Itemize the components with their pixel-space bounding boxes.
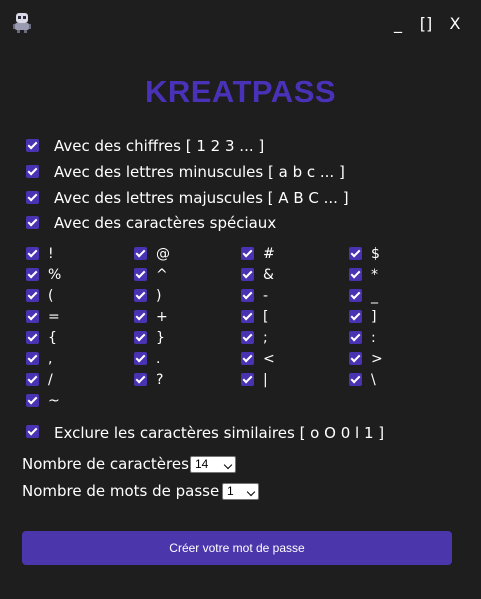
- special-char-label: +: [156, 309, 168, 325]
- special-char-label: |: [263, 372, 268, 388]
- special-char-checkbox[interactable]: [241, 331, 254, 344]
- length-label: Nombre de caractères :: [22, 455, 199, 473]
- chevron-down-icon: [246, 487, 256, 497]
- lowercase-label: Avec des lettres minuscules [ a b c ... …: [54, 163, 345, 181]
- special-char-checkbox[interactable]: [26, 331, 39, 344]
- special-char-label: ,: [48, 351, 53, 367]
- app-title: KREATPASS: [144, 74, 337, 109]
- special-char-label: <: [263, 351, 275, 367]
- special-char-label: $: [371, 246, 380, 262]
- special-char-label: =: [48, 309, 60, 325]
- exclude-similar-label: Exclure les caractères similaires [ o O …: [54, 424, 385, 442]
- robot-icon: [13, 13, 31, 33]
- special-char-label: #: [263, 246, 275, 262]
- special-char-checkbox[interactable]: [349, 268, 362, 281]
- special-char-checkbox[interactable]: [241, 268, 254, 281]
- maximize-button[interactable]: []: [414, 12, 438, 36]
- special-char-label: ): [156, 288, 162, 304]
- length-value: 14: [195, 457, 209, 471]
- special-char-label: {: [48, 330, 57, 346]
- special-char-label: ~: [48, 393, 60, 409]
- special-char-label: :: [371, 330, 376, 346]
- special-char-label: }: [156, 330, 165, 346]
- special-char-label: >: [371, 351, 383, 367]
- special-char-checkbox[interactable]: [134, 289, 147, 302]
- special-char-label: @: [156, 246, 170, 262]
- close-button[interactable]: X: [443, 12, 467, 36]
- special-char-label: (: [48, 288, 54, 304]
- special-label: Avec des caractères spéciaux: [54, 214, 277, 232]
- special-char-label: &: [263, 267, 274, 283]
- special-char-checkbox[interactable]: [134, 331, 147, 344]
- title-bar: _ [] X: [0, 0, 481, 48]
- special-char-checkbox[interactable]: [241, 373, 254, 386]
- special-char-checkbox[interactable]: [241, 289, 254, 302]
- special-char-checkbox[interactable]: [349, 289, 362, 302]
- special-char-label: !: [48, 246, 54, 262]
- special-char-checkbox[interactable]: [134, 247, 147, 260]
- uppercase-checkbox[interactable]: [26, 191, 39, 204]
- create-password-button[interactable]: Créer votre mot de passe: [22, 531, 452, 565]
- lowercase-checkbox[interactable]: [26, 165, 39, 178]
- special-char-label: ]: [371, 309, 377, 325]
- digits-label: Avec des chiffres [ 1 2 3 ... ]: [54, 137, 265, 155]
- special-char-label: -: [263, 288, 269, 304]
- special-char-checkbox[interactable]: [26, 268, 39, 281]
- special-char-label: [: [263, 309, 269, 325]
- special-char-label: *: [371, 267, 378, 283]
- digits-checkbox[interactable]: [26, 139, 39, 152]
- special-char-checkbox[interactable]: [241, 310, 254, 323]
- minimize-button[interactable]: _: [386, 12, 410, 36]
- special-char-checkbox[interactable]: [349, 373, 362, 386]
- count-value: 1: [227, 484, 234, 498]
- special-char-checkbox[interactable]: [134, 268, 147, 281]
- special-char-checkbox[interactable]: [26, 373, 39, 386]
- special-char-label: /: [48, 372, 53, 388]
- special-char-checkbox[interactable]: [349, 331, 362, 344]
- special-char-checkbox[interactable]: [26, 394, 39, 407]
- special-char-checkbox[interactable]: [241, 247, 254, 260]
- count-select[interactable]: 1: [222, 483, 259, 500]
- special-char-checkbox[interactable]: [349, 310, 362, 323]
- special-char-checkbox[interactable]: [26, 289, 39, 302]
- chevron-down-icon: [223, 460, 233, 470]
- special-char-checkbox[interactable]: [134, 310, 147, 323]
- uppercase-label: Avec des lettres majuscules [ A B C ... …: [54, 189, 349, 207]
- special-char-checkbox[interactable]: [26, 352, 39, 365]
- special-char-checkbox[interactable]: [241, 352, 254, 365]
- count-label: Nombre de mots de passe :: [22, 482, 230, 500]
- special-char-label: ^: [156, 267, 168, 283]
- special-char-checkbox[interactable]: [134, 352, 147, 365]
- length-select[interactable]: 14: [190, 456, 236, 473]
- special-char-label: _: [371, 288, 378, 304]
- special-char-checkbox[interactable]: [26, 310, 39, 323]
- special-char-checkbox[interactable]: [26, 247, 39, 260]
- special-char-checkbox[interactable]: [349, 247, 362, 260]
- special-char-label: .: [156, 351, 161, 367]
- special-char-label: ?: [156, 372, 164, 388]
- special-char-label: %: [48, 267, 62, 283]
- special-char-checkbox[interactable]: [349, 352, 362, 365]
- special-char-label: ;: [263, 330, 268, 346]
- special-char-checkbox[interactable]: [134, 373, 147, 386]
- special-char-label: \: [371, 372, 376, 388]
- special-checkbox[interactable]: [26, 216, 39, 229]
- exclude-similar-checkbox[interactable]: [26, 425, 39, 438]
